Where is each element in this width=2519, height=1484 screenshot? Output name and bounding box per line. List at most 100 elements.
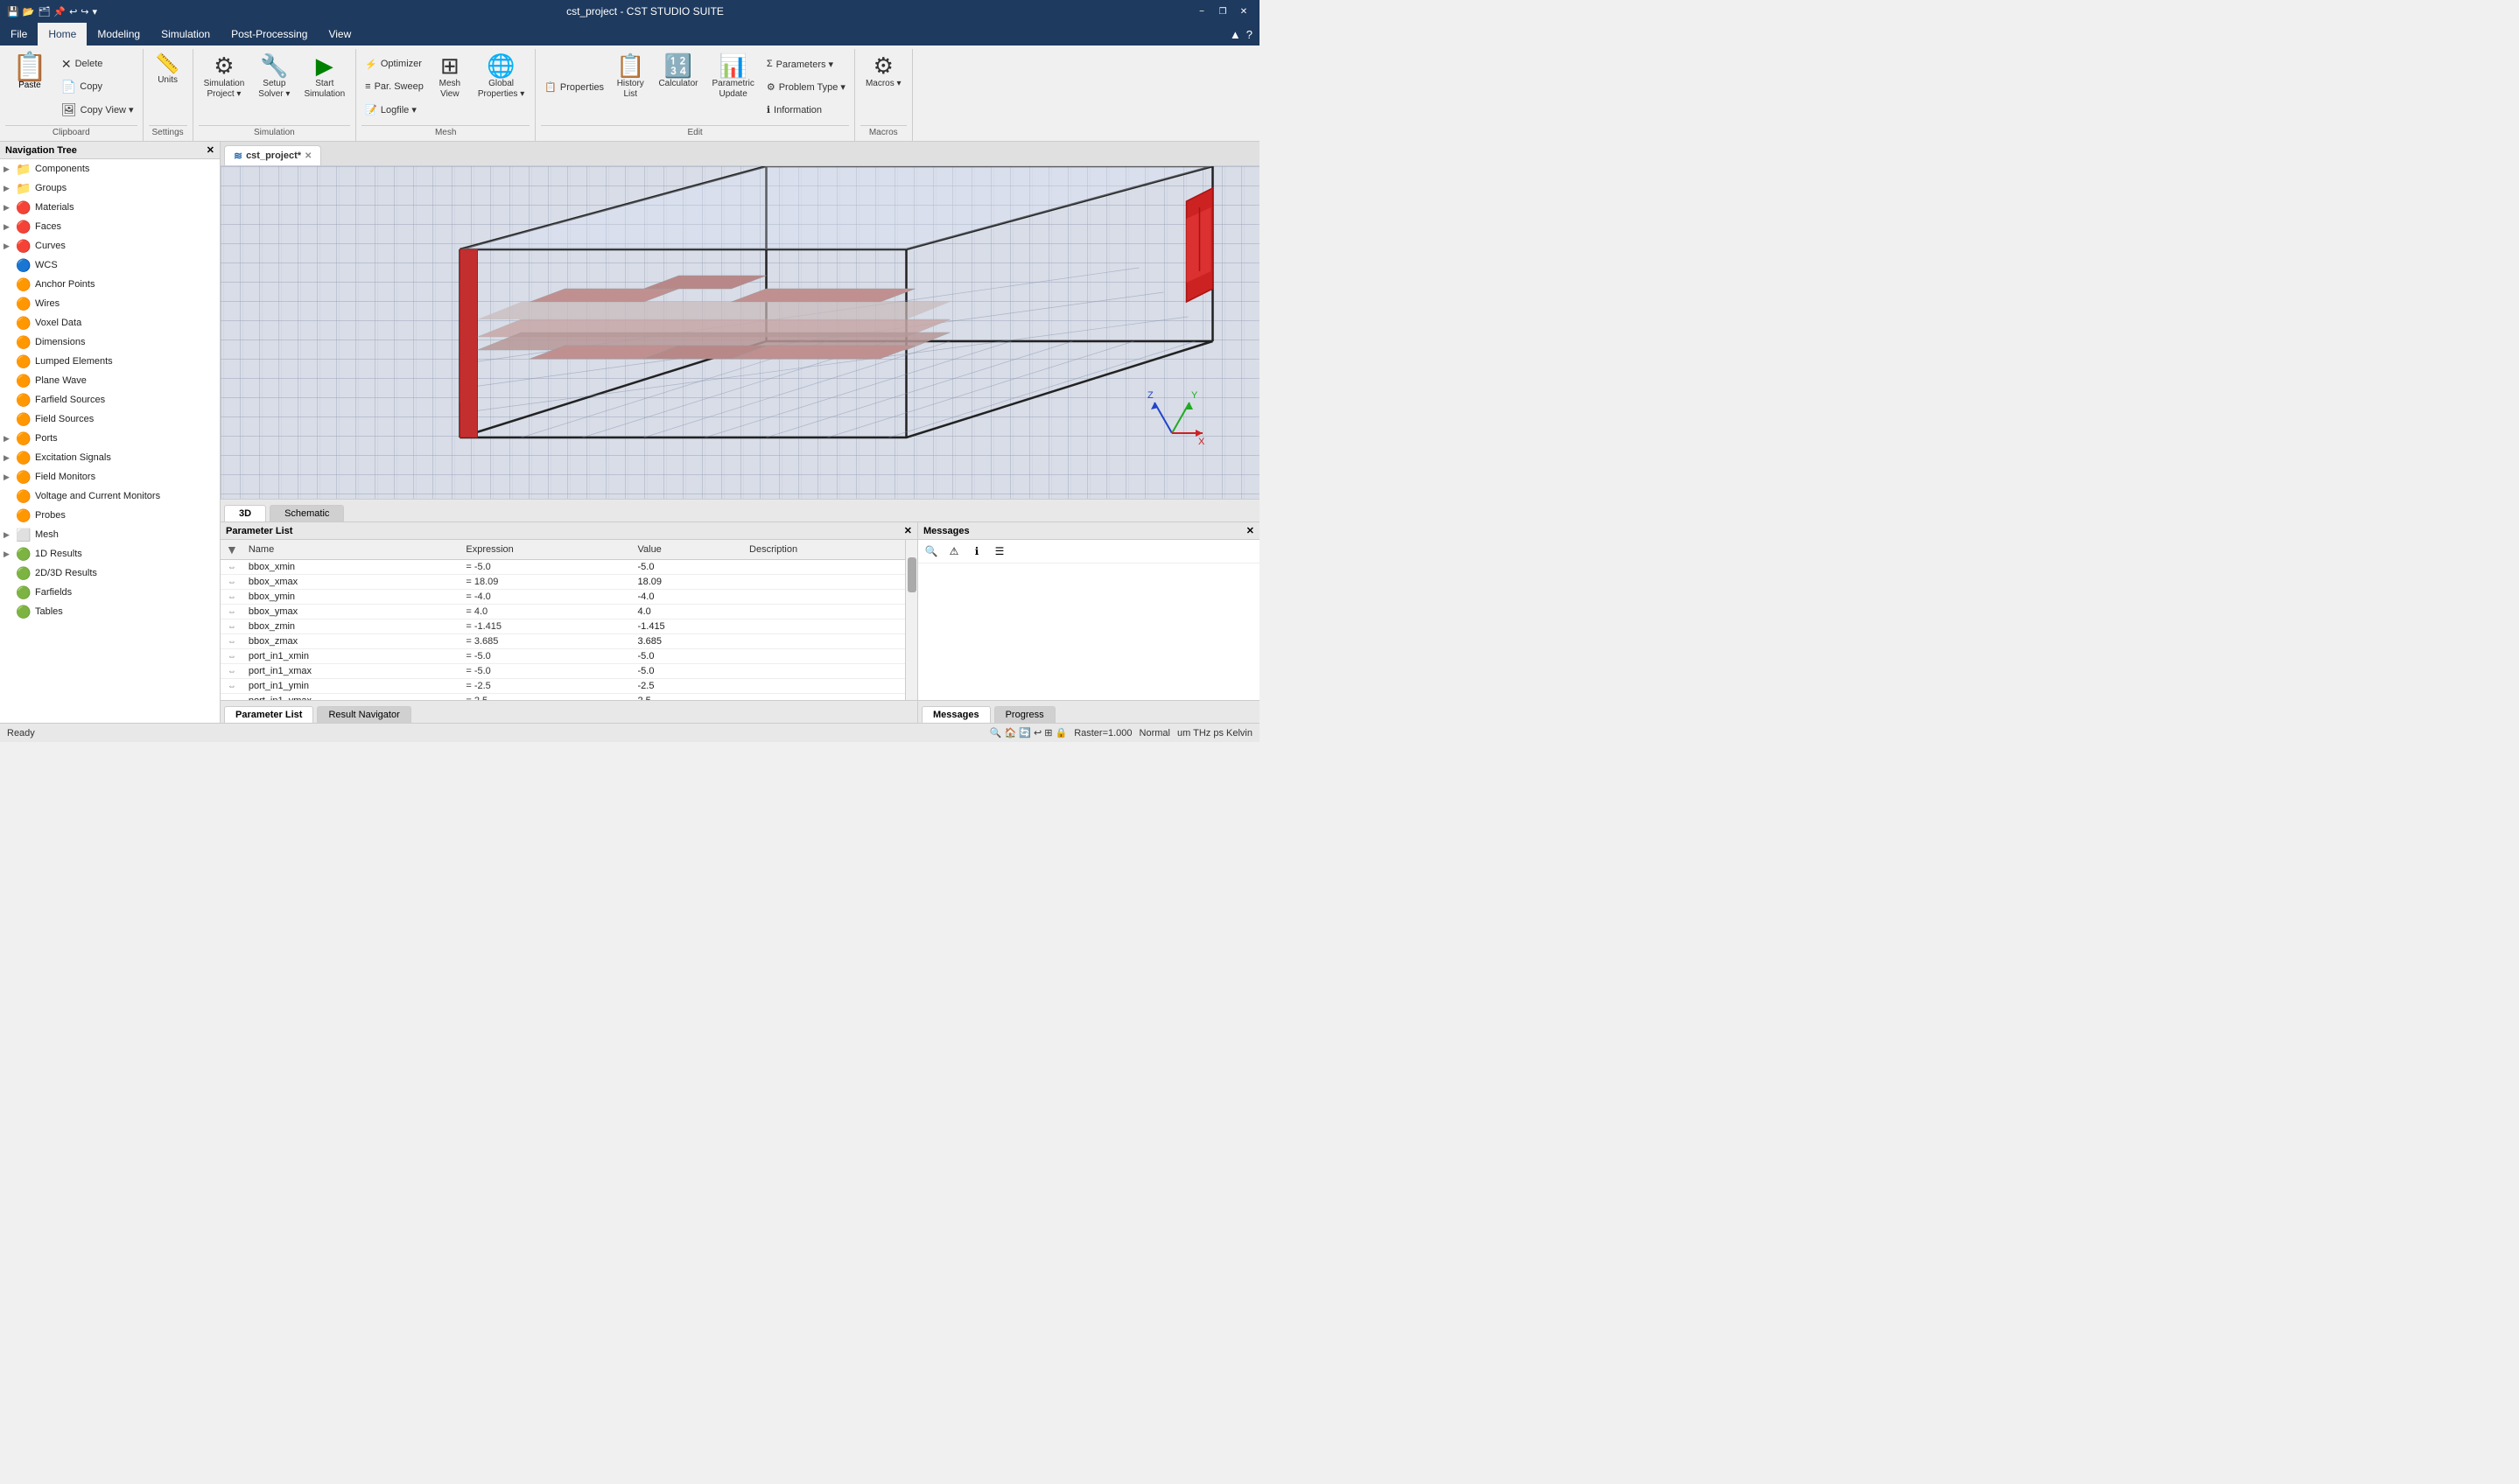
tree-item-groups[interactable]: ▶ 📁 Groups xyxy=(0,178,220,198)
param-list-close[interactable]: ✕ xyxy=(904,525,912,536)
mesh-view-button[interactable]: ⊞ MeshView xyxy=(431,51,469,103)
qa-redo[interactable]: ↪ xyxy=(81,6,88,18)
table-row[interactable]: ⇔ bbox_ymax = 4.0 4.0 xyxy=(221,605,917,620)
param-tab-navigator[interactable]: Result Navigator xyxy=(317,706,410,723)
col-value[interactable]: Value xyxy=(632,540,744,560)
tree-item-anchor-points[interactable]: 🟠 Anchor Points xyxy=(0,275,220,294)
expand-icon[interactable]: ▶ xyxy=(4,472,16,482)
tree-item-farfield-sources[interactable]: 🟠 Farfield Sources xyxy=(0,390,220,410)
msg-tab-progress[interactable]: Progress xyxy=(994,706,1056,723)
help-arrow-up[interactable]: ▲ xyxy=(1230,28,1241,41)
paste-button[interactable]: 📋 Paste xyxy=(5,51,54,92)
tree-item-materials[interactable]: ▶ 🔴 Materials xyxy=(0,198,220,217)
qa-save-icon[interactable]: 💾 xyxy=(7,6,19,18)
tree-item-wcs[interactable]: 🔵 WCS xyxy=(0,256,220,275)
start-simulation-button[interactable]: ▶ StartSimulation xyxy=(298,51,350,103)
col-description[interactable]: Description xyxy=(744,540,917,560)
optimizer-button[interactable]: ⚡ Optimizer xyxy=(361,57,427,72)
nav-tree-body[interactable]: ▶ 📁 Components ▶ 📁 Groups ▶ 🔴 Materials … xyxy=(0,159,220,723)
expand-icon[interactable]: ▶ xyxy=(4,530,16,540)
nav-tree-close[interactable]: ✕ xyxy=(207,144,214,156)
calculator-button[interactable]: 🔢 Calculator xyxy=(653,51,703,93)
table-row[interactable]: ⇔ bbox_zmin = -1.415 -1.415 xyxy=(221,620,917,634)
table-row[interactable]: ⇔ bbox_xmax = 18.09 18.09 xyxy=(221,575,917,590)
parametric-update-button[interactable]: 📊 ParametricUpdate xyxy=(706,51,759,103)
viewport-3d[interactable]: Z Y X xyxy=(221,166,1260,499)
tree-item-tables[interactable]: 🟢 Tables xyxy=(0,602,220,621)
table-row[interactable]: ⇔ port_in1_xmin = -5.0 -5.0 xyxy=(221,649,917,664)
expand-icon[interactable]: ▶ xyxy=(4,242,16,251)
qa-undo[interactable]: ↩ xyxy=(69,6,77,18)
tree-item-dimensions[interactable]: 🟠 Dimensions xyxy=(0,332,220,352)
copy-view-button[interactable]: 🖼 Copy View ▾ xyxy=(58,101,137,119)
msg-list-btn[interactable]: ☰ xyxy=(990,542,1009,561)
menu-post-processing[interactable]: Post-Processing xyxy=(221,23,318,46)
help-question[interactable]: ? xyxy=(1246,28,1252,41)
col-expression[interactable]: Expression xyxy=(460,540,632,560)
properties-button[interactable]: 📋 Properties xyxy=(541,80,607,94)
tree-item-components[interactable]: ▶ 📁 Components xyxy=(0,159,220,178)
tree-item-voltage-current-monitors[interactable]: 🟠 Voltage and Current Monitors xyxy=(0,486,220,506)
expand-icon[interactable]: ▶ xyxy=(4,184,16,193)
tree-item-faces[interactable]: ▶ 🔴 Faces xyxy=(0,217,220,236)
tree-item-wires[interactable]: 🟠 Wires xyxy=(0,294,220,313)
col-name[interactable]: Name xyxy=(243,540,461,560)
view-tab-3d[interactable]: 3D xyxy=(224,505,266,522)
minimize-button[interactable]: − xyxy=(1193,3,1210,20)
tree-item-ports[interactable]: ▶ 🟠 Ports xyxy=(0,429,220,448)
qa-open-icon[interactable]: 📂 xyxy=(23,6,35,18)
tree-item-curves[interactable]: ▶ 🔴 Curves xyxy=(0,236,220,256)
setup-solver-button[interactable]: 🔧 SetupSolver ▾ xyxy=(253,51,295,103)
tree-item-2d-3d-results[interactable]: 🟢 2D/3D Results xyxy=(0,564,220,583)
tree-item-1d-results[interactable]: ▶ 🟢 1D Results xyxy=(0,544,220,564)
expand-icon[interactable]: ▶ xyxy=(4,550,16,559)
qa-icon3[interactable]: 🗂 xyxy=(38,6,50,18)
parameters-button[interactable]: Σ Parameters ▾ xyxy=(763,57,849,72)
expand-icon[interactable]: ▶ xyxy=(4,222,16,232)
table-row[interactable]: ⇔ port_in1_ymax = 2.5 2.5 xyxy=(221,694,917,701)
quick-access-toolbar[interactable]: 💾 📂 🗂 📌 ↩ ↪ ▾ xyxy=(7,6,97,18)
expand-icon[interactable]: ▶ xyxy=(4,434,16,444)
param-tab-list[interactable]: Parameter List xyxy=(224,706,313,723)
tree-item-field-sources[interactable]: 🟠 Field Sources xyxy=(0,410,220,429)
expand-icon[interactable]: ▶ xyxy=(4,453,16,463)
units-button[interactable]: 📏 Units xyxy=(149,51,187,89)
tree-item-voxel-data[interactable]: 🟠 Voxel Data xyxy=(0,313,220,332)
simulation-project-button[interactable]: ⚙ SimulationProject ▾ xyxy=(199,51,250,103)
tab-cst-project[interactable]: ≋ cst_project* ✕ xyxy=(224,145,321,165)
problem-type-button[interactable]: ⚙ Problem Type ▾ xyxy=(763,80,849,94)
msg-search-btn[interactable]: 🔍 xyxy=(922,542,941,561)
param-scrollbar[interactable] xyxy=(905,540,917,700)
tree-item-probes[interactable]: 🟠 Probes xyxy=(0,506,220,525)
table-row[interactable]: ⇔ port_in1_ymin = -2.5 -2.5 xyxy=(221,679,917,694)
par-sweep-button[interactable]: ≡ Par. Sweep xyxy=(361,80,427,94)
tree-item-farfields[interactable]: 🟢 Farfields xyxy=(0,583,220,602)
menu-file[interactable]: File xyxy=(0,23,38,46)
macros-button[interactable]: ⚙ Macros ▾ xyxy=(860,51,907,93)
history-list-button[interactable]: 📋 HistoryList xyxy=(611,51,649,103)
close-button[interactable]: ✕ xyxy=(1235,3,1252,20)
table-row[interactable]: ⇔ bbox_ymin = -4.0 -4.0 xyxy=(221,590,917,605)
param-scrollbar-thumb[interactable] xyxy=(908,557,916,592)
menu-modeling[interactable]: Modeling xyxy=(87,23,151,46)
tree-item-excitation-signals[interactable]: ▶ 🟠 Excitation Signals xyxy=(0,448,220,467)
tab-close-button[interactable]: ✕ xyxy=(305,151,312,161)
msg-warn-btn[interactable]: ⚠ xyxy=(944,542,964,561)
msg-info-btn[interactable]: ℹ xyxy=(967,542,986,561)
view-tab-schematic[interactable]: Schematic xyxy=(270,505,344,522)
restore-button[interactable]: ❐ xyxy=(1214,3,1231,20)
table-row[interactable]: ⇔ port_in1_xmax = -5.0 -5.0 xyxy=(221,664,917,679)
global-properties-button[interactable]: 🌐 GlobalProperties ▾ xyxy=(473,51,530,103)
menu-home[interactable]: Home xyxy=(38,23,87,46)
expand-icon[interactable]: ▶ xyxy=(4,203,16,213)
tree-item-lumped-elements[interactable]: 🟠 Lumped Elements xyxy=(0,352,220,371)
qa-icon4[interactable]: 📌 xyxy=(53,6,66,18)
expand-icon[interactable]: ▶ xyxy=(4,164,16,174)
table-row[interactable]: ⇔ bbox_zmax = 3.685 3.685 xyxy=(221,634,917,649)
param-table[interactable]: ▼ Name Expression Value Description ⇔ bb… xyxy=(221,540,917,700)
col-filter[interactable]: ▼ xyxy=(221,540,243,560)
menu-view[interactable]: View xyxy=(318,23,361,46)
menu-simulation[interactable]: Simulation xyxy=(151,23,221,46)
information-button[interactable]: ℹ Information xyxy=(763,102,849,117)
msg-tab-messages[interactable]: Messages xyxy=(922,706,991,723)
